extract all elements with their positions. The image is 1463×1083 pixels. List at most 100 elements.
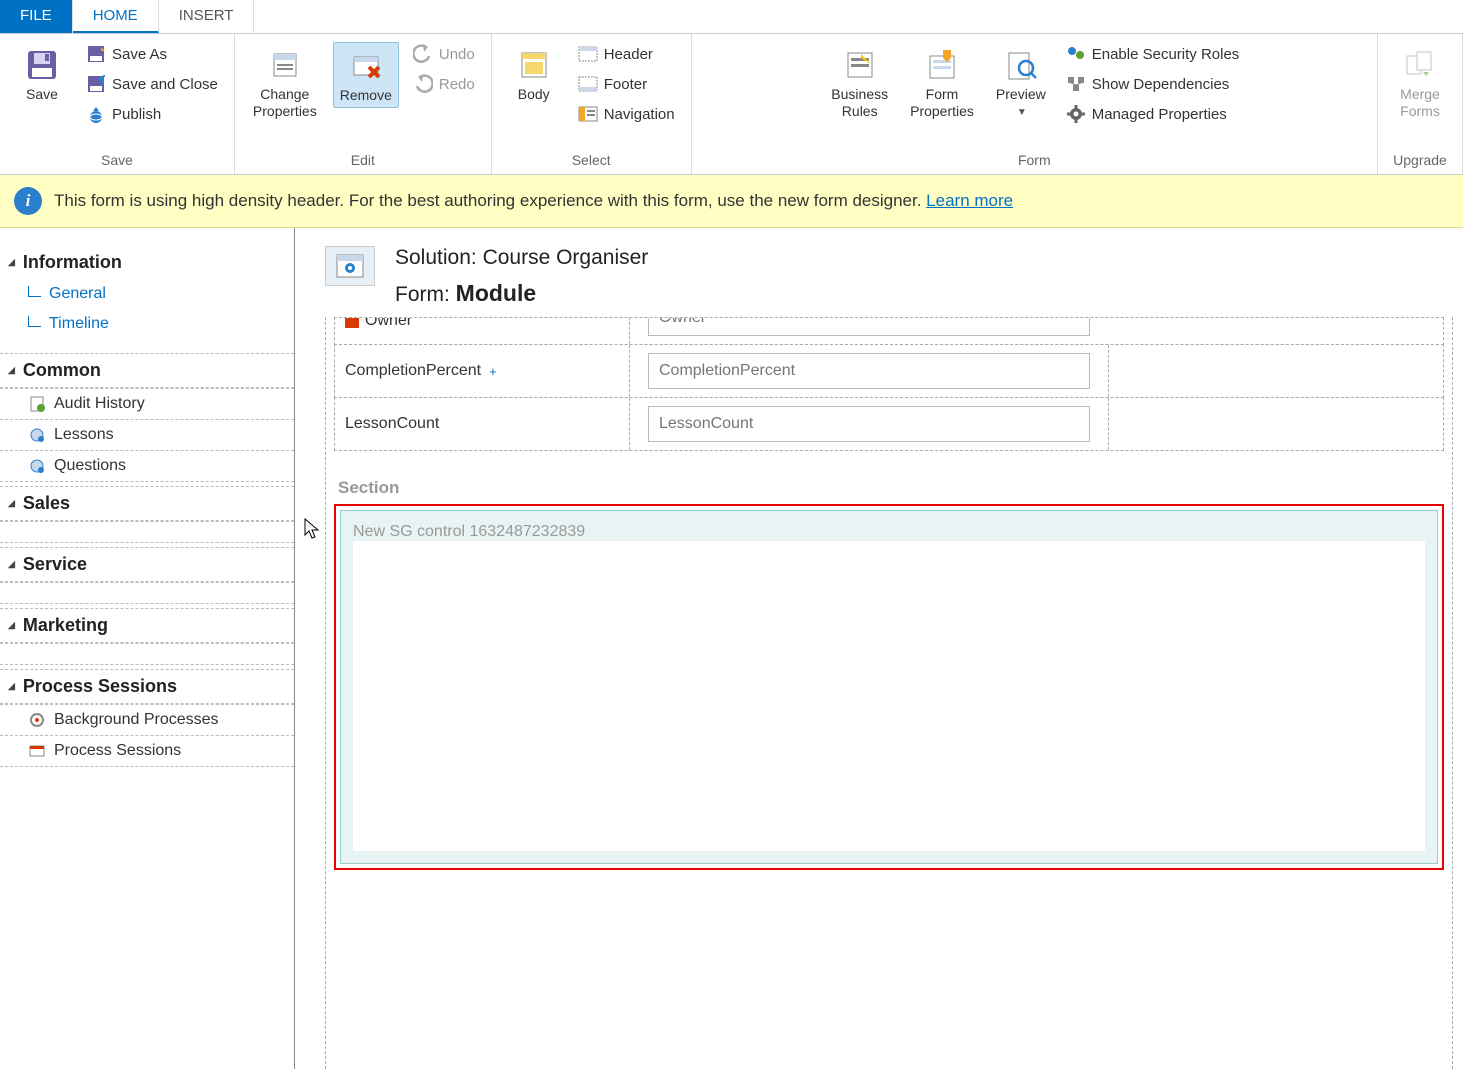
- remove-button[interactable]: Remove: [333, 42, 399, 108]
- managed-properties-button[interactable]: Managed Properties: [1062, 102, 1244, 126]
- subgrid-control-selected[interactable]: New SG control 1632487232839: [334, 504, 1444, 870]
- sidebar-item-lessons[interactable]: Lessons: [0, 420, 294, 451]
- business-rules-button[interactable]: Business Rules: [825, 42, 894, 124]
- ribbon-group-edit: Change Properties Remove Undo Redo Edit: [235, 34, 492, 174]
- main-panel: Solution: Course Organiser Form: Module …: [295, 228, 1463, 1069]
- field-input-lesson[interactable]: [648, 406, 1090, 442]
- tab-insert[interactable]: INSERT: [159, 0, 255, 33]
- body-icon: [517, 48, 551, 82]
- ribbon: Save Save As Save and Close Publish Save: [0, 34, 1463, 175]
- info-icon: i: [14, 187, 42, 215]
- lessons-icon: [28, 426, 46, 444]
- merge-forms-label: Merge Forms: [1400, 86, 1440, 120]
- remove-label: Remove: [340, 87, 392, 103]
- sidebar-empty-service: [0, 582, 294, 604]
- field-input-completion[interactable]: [648, 353, 1090, 389]
- tab-file[interactable]: FILE: [0, 0, 73, 33]
- save-close-label: Save and Close: [112, 76, 218, 93]
- required-indicator: [345, 317, 359, 328]
- body-button[interactable]: Body: [504, 42, 564, 106]
- enable-security-label: Enable Security Roles: [1092, 46, 1240, 63]
- gear-icon: [1066, 104, 1086, 124]
- form-canvas: Owner CompletionPercent+ LessonCount: [325, 317, 1453, 1069]
- navigation-icon: [578, 104, 598, 124]
- field-row-completion[interactable]: CompletionPercent+: [334, 344, 1444, 398]
- tab-bar: FILE HOME INSERT: [0, 0, 1463, 34]
- sidebar-header-marketing[interactable]: Marketing: [0, 608, 294, 643]
- plus-icon: +: [489, 364, 497, 379]
- remove-icon: [349, 49, 383, 83]
- show-dependencies-label: Show Dependencies: [1092, 76, 1230, 93]
- sidebar-header-information[interactable]: Information: [0, 246, 294, 279]
- header-icon: [578, 44, 598, 64]
- ribbon-group-save-label: Save: [101, 148, 133, 172]
- save-close-button[interactable]: Save and Close: [82, 72, 222, 96]
- learn-more-link[interactable]: Learn more: [926, 191, 1013, 210]
- save-as-label: Save As: [112, 46, 167, 63]
- chevron-down-icon: ▼: [1017, 107, 1027, 118]
- form-icon: [325, 246, 375, 286]
- footer-button[interactable]: Footer: [574, 72, 679, 96]
- publish-label: Publish: [112, 106, 161, 123]
- info-text: This form is using high density header. …: [54, 191, 1013, 211]
- header-label: Header: [604, 46, 653, 63]
- solution-title: Solution: Course Organiser: [395, 246, 648, 270]
- preview-button[interactable]: Preview▼: [990, 42, 1052, 122]
- header-button[interactable]: Header: [574, 42, 679, 66]
- properties-icon: [268, 48, 302, 82]
- form-properties-icon: [925, 48, 959, 82]
- form-properties-button[interactable]: Form Properties: [904, 42, 980, 124]
- change-properties-button[interactable]: Change Properties: [247, 42, 323, 124]
- redo-button[interactable]: Redo: [409, 72, 479, 96]
- field-row-lesson[interactable]: LessonCount: [334, 397, 1444, 451]
- navigation-button[interactable]: Navigation: [574, 102, 679, 126]
- footer-label: Footer: [604, 76, 647, 93]
- sidebar-header-service[interactable]: Service: [0, 547, 294, 582]
- merge-forms-button[interactable]: Merge Forms: [1390, 42, 1450, 124]
- business-rules-label: Business Rules: [831, 86, 888, 120]
- ribbon-group-upgrade-label: Upgrade: [1393, 148, 1447, 172]
- undo-button[interactable]: Undo: [409, 42, 479, 66]
- sidebar-item-audit[interactable]: Audit History: [0, 388, 294, 420]
- business-rules-icon: [843, 48, 877, 82]
- sidebar-header-common[interactable]: Common: [0, 353, 294, 388]
- preview-label: Preview▼: [996, 86, 1046, 118]
- sidebar-item-background-processes[interactable]: Background Processes: [0, 704, 294, 736]
- info-bar: i This form is using high density header…: [0, 175, 1463, 228]
- save-button[interactable]: Save: [12, 42, 72, 106]
- sidebar-item-timeline[interactable]: Timeline: [0, 309, 294, 339]
- field-label-lesson: LessonCount: [345, 415, 439, 433]
- change-properties-label: Change Properties: [253, 86, 317, 120]
- field-label-owner: Owner: [365, 317, 412, 330]
- sidebar-empty-sales: [0, 521, 294, 543]
- managed-properties-label: Managed Properties: [1092, 106, 1227, 123]
- sidebar-item-process-sessions[interactable]: Process Sessions: [0, 736, 294, 767]
- enable-security-button[interactable]: Enable Security Roles: [1062, 42, 1244, 66]
- sidebar-header-process[interactable]: Process Sessions: [0, 669, 294, 704]
- content-area: Information General Timeline Common Audi…: [0, 228, 1463, 1069]
- undo-icon: [413, 44, 433, 64]
- save-label: Save: [26, 86, 58, 102]
- footer-icon: [578, 74, 598, 94]
- sidebar-item-general[interactable]: General: [0, 279, 294, 309]
- process-sessions-icon: [28, 742, 46, 760]
- publish-button[interactable]: Publish: [82, 102, 222, 126]
- dependencies-icon: [1066, 74, 1086, 94]
- ribbon-group-select: Body Header Footer Navigation Select: [492, 34, 692, 174]
- undo-label: Undo: [439, 46, 475, 63]
- sidebar-header-sales[interactable]: Sales: [0, 486, 294, 521]
- body-label: Body: [518, 86, 550, 102]
- subgrid-control-text: New SG control 1632487232839: [353, 523, 585, 540]
- save-close-icon: [86, 74, 106, 94]
- show-dependencies-button[interactable]: Show Dependencies: [1062, 72, 1244, 96]
- field-row-owner[interactable]: Owner: [334, 317, 1444, 345]
- sidebar-item-questions[interactable]: Questions: [0, 451, 294, 482]
- merge-icon: [1403, 48, 1437, 82]
- audit-icon: [28, 395, 46, 413]
- ribbon-group-edit-label: Edit: [351, 148, 375, 172]
- ribbon-group-upgrade: Merge Forms Upgrade: [1378, 34, 1463, 174]
- field-input-owner[interactable]: [648, 317, 1090, 336]
- save-as-button[interactable]: Save As: [82, 42, 222, 66]
- redo-label: Redo: [439, 76, 475, 93]
- tab-home[interactable]: HOME: [73, 0, 159, 33]
